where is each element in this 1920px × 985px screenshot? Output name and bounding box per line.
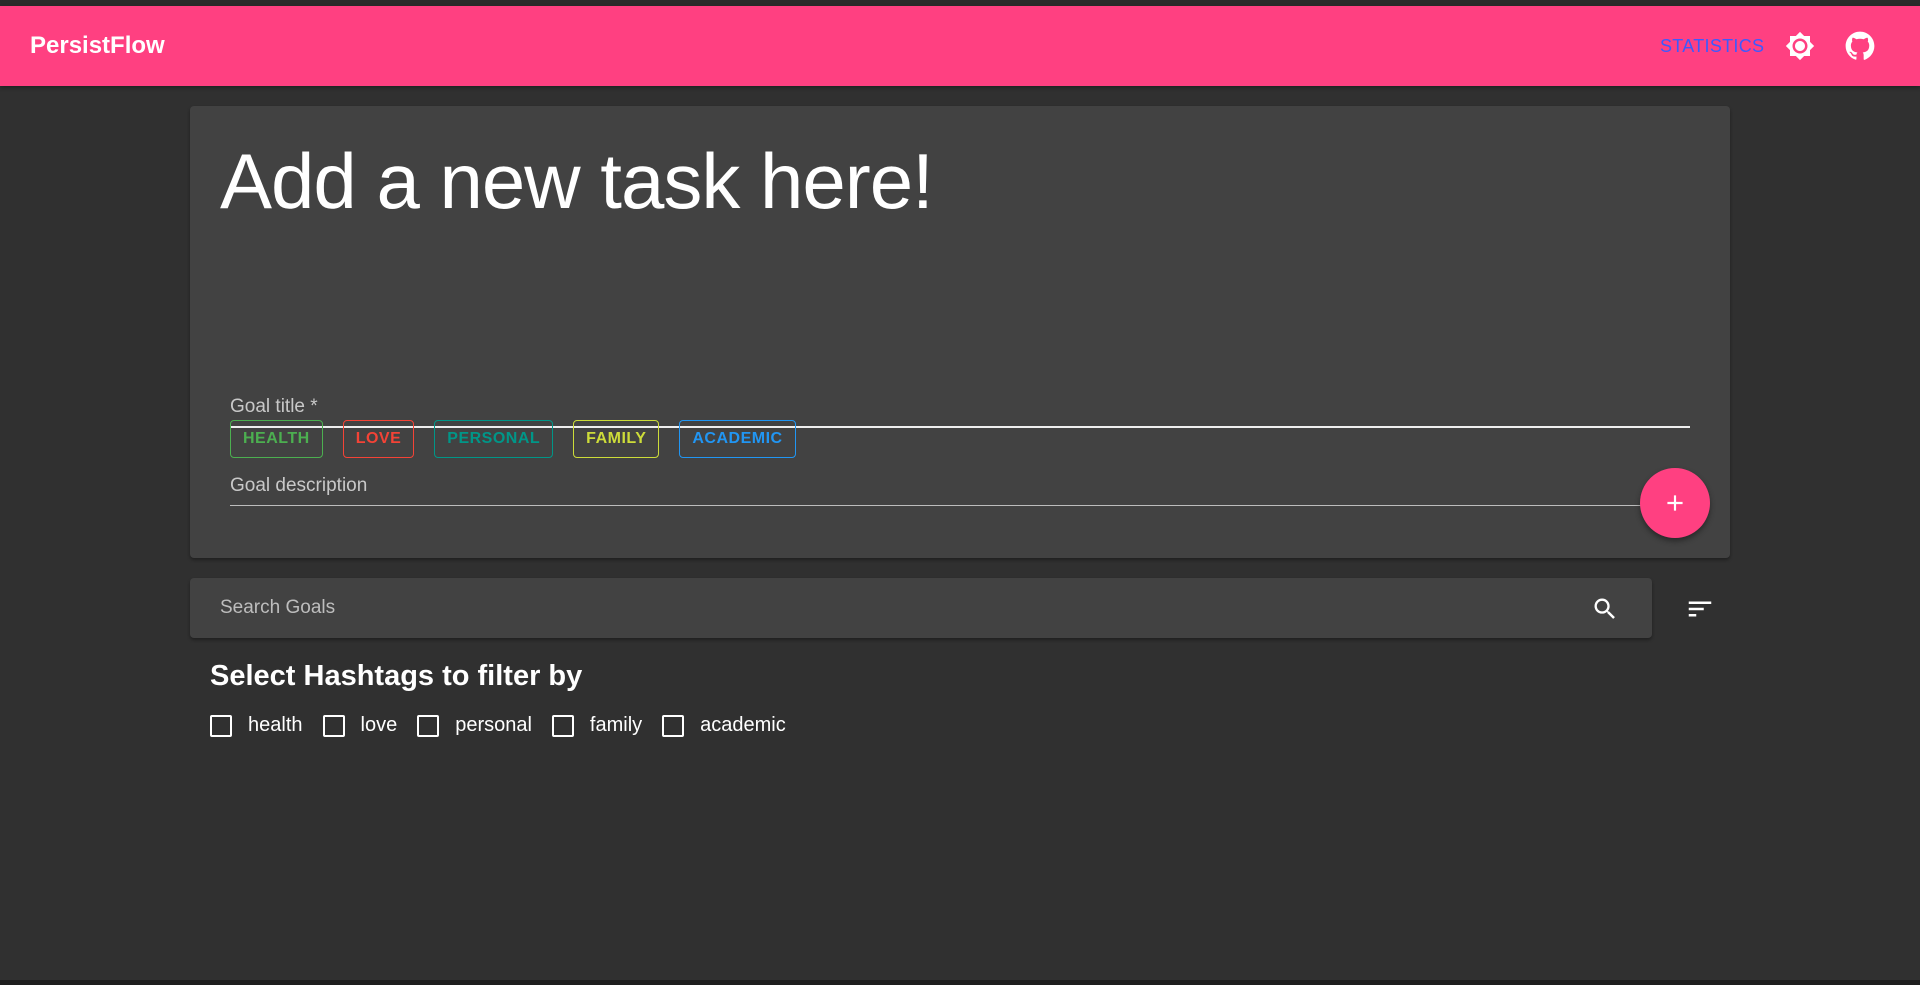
search-bar (190, 578, 1652, 638)
window-bottom-strip (0, 980, 1920, 985)
sort-icon (1688, 601, 1712, 617)
app-bar: PersistFlow STATISTICS (0, 6, 1920, 86)
hashtag-label: family (589, 714, 643, 736)
add-task-card: Add a new task here! Goal title * Goal d… (190, 106, 1730, 558)
tag-buttons: HEALTH LOVE PERSONAL FAMILY ACADEMIC (230, 420, 796, 458)
hashtag-filter-love[interactable]: love (322, 714, 398, 737)
hashtag-filter-academic[interactable]: academic (662, 714, 786, 737)
search-icon (1594, 598, 1615, 619)
checkbox[interactable] (662, 714, 685, 737)
tag-love-button[interactable]: LOVE (342, 420, 415, 458)
brightness-icon (1785, 31, 1815, 61)
hashtag-filter-family[interactable]: family (551, 714, 643, 737)
theme-toggle-button[interactable] (1778, 24, 1822, 68)
hashtag-label: academic (700, 714, 786, 736)
tag-personal-button[interactable]: PERSONAL (434, 420, 554, 458)
statistics-link[interactable]: STATISTICS (1660, 36, 1764, 57)
goal-description-input[interactable] (230, 475, 1690, 505)
hashtag-label: health (248, 714, 303, 736)
hashtag-label: love (360, 714, 398, 736)
card-title: Add a new task here! (220, 137, 934, 225)
tag-health-button[interactable]: HEALTH (230, 420, 323, 458)
search-button[interactable] (1585, 589, 1625, 629)
search-input[interactable] (220, 578, 1550, 638)
add-task-button[interactable] (1640, 468, 1710, 538)
filter-title: Select Hashtags to filter by (210, 660, 583, 692)
checkbox[interactable] (322, 714, 345, 737)
plus-icon (1667, 495, 1683, 511)
hashtag-filter-health[interactable]: health (210, 714, 303, 737)
checkbox[interactable] (551, 714, 574, 737)
github-button[interactable] (1838, 24, 1882, 68)
checkbox[interactable] (417, 714, 440, 737)
checkbox[interactable] (210, 714, 232, 737)
sort-button[interactable] (1678, 587, 1722, 631)
github-icon (1845, 31, 1875, 60)
hashtag-filter-list: health love personal family academic (210, 714, 806, 737)
app-brand[interactable]: PersistFlow (30, 32, 165, 60)
tag-family-button[interactable]: FAMILY (573, 420, 660, 458)
hashtag-label: personal (455, 714, 532, 736)
hashtag-filter-personal[interactable]: personal (417, 714, 532, 737)
tag-academic-button[interactable]: ACADEMIC (679, 420, 796, 458)
goal-description-field[interactable]: Goal description (230, 456, 1690, 506)
